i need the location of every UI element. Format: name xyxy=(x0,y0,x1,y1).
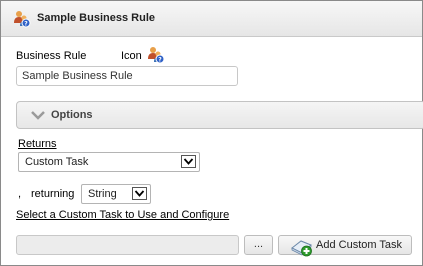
returns-label: Returns xyxy=(18,138,57,150)
custom-task-input[interactable] xyxy=(16,235,239,255)
business-rule-label: Business Rule xyxy=(16,50,87,62)
add-task-icon xyxy=(291,240,312,257)
title-bar: ? Sample Business Rule xyxy=(1,1,422,37)
options-label: Options xyxy=(51,109,93,121)
return-type-selected-value: String xyxy=(88,188,117,200)
business-rule-name-input[interactable] xyxy=(16,66,238,86)
comma-text: , xyxy=(18,188,22,200)
return-type-select[interactable]: String xyxy=(81,184,151,204)
options-section-toggle[interactable]: Options xyxy=(16,101,423,129)
returns-select[interactable]: Custom Task xyxy=(18,152,200,172)
svg-text:?: ? xyxy=(158,57,162,64)
chevron-down-icon xyxy=(134,190,145,197)
business-rule-icon: ? xyxy=(14,11,31,28)
svg-text:?: ? xyxy=(24,21,28,28)
chevron-down-icon xyxy=(31,111,45,120)
rule-icon-picker[interactable]: ? xyxy=(147,46,165,64)
chevron-down-icon xyxy=(183,158,194,165)
returns-dropdown-button[interactable] xyxy=(181,155,196,168)
returns-selected-value: Custom Task xyxy=(25,156,89,168)
return-type-dropdown-button[interactable] xyxy=(132,187,147,200)
window-title: Sample Business Rule xyxy=(37,12,155,24)
browse-button[interactable]: ... xyxy=(244,235,273,255)
add-custom-task-label: Add Custom Task xyxy=(316,239,403,251)
add-custom-task-button[interactable]: Add Custom Task xyxy=(278,235,412,257)
select-custom-task-link[interactable]: Select a Custom Task to Use and Configur… xyxy=(16,209,229,221)
icon-label: Icon xyxy=(121,50,142,62)
returning-label: returning xyxy=(31,188,75,200)
business-rule-panel: ? Sample Business Rule Business Rule Ico… xyxy=(0,0,423,266)
